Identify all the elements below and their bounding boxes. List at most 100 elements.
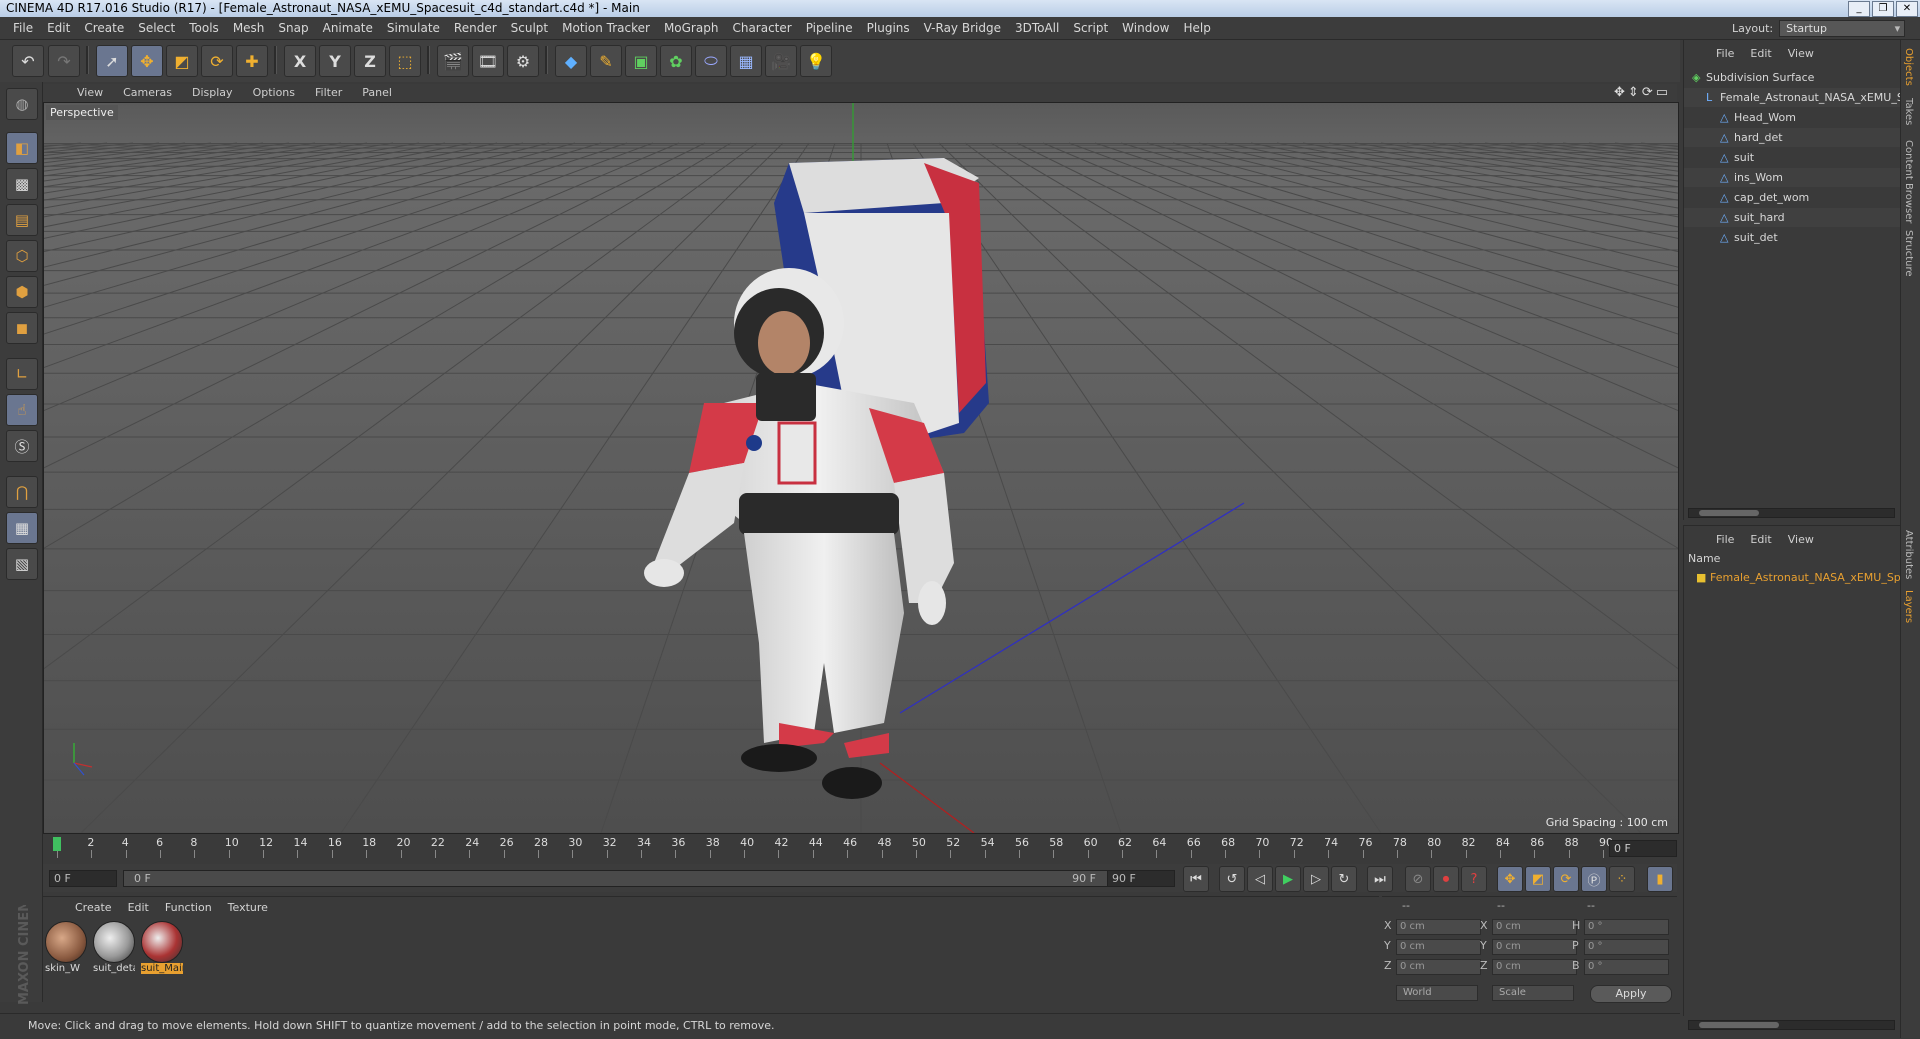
tab-takes[interactable]: Takes xyxy=(1903,98,1914,125)
world-coords-icon[interactable]: ⬚ xyxy=(389,45,421,77)
material-suit-detail[interactable]: suit_deta xyxy=(93,921,135,977)
object-row[interactable]: ◈ Subdivision Surface xyxy=(1684,68,1909,87)
pen-icon[interactable]: ✎ xyxy=(590,45,622,77)
object-row[interactable]: L Female_Astronaut_NASA_xEMU_S xyxy=(1684,88,1920,107)
transform-icon[interactable]: ✚ xyxy=(236,45,268,77)
planar-workplane-icon[interactable]: ▧ xyxy=(6,548,38,580)
camera-icon[interactable]: 🎥 xyxy=(765,45,797,77)
make-editable-icon[interactable]: ◍ xyxy=(6,88,38,120)
menu-sculpt[interactable]: Sculpt xyxy=(504,21,555,35)
viewport-menu-view[interactable]: View xyxy=(67,86,113,99)
timeline-window-icon[interactable]: ▮ xyxy=(1647,866,1673,892)
z-axis-icon[interactable]: Z xyxy=(354,45,386,77)
goto-end-icon[interactable]: ⏭ xyxy=(1367,866,1393,892)
tab-content-browser[interactable]: Content Browser xyxy=(1903,140,1914,223)
texture-mode-icon[interactable]: ▩ xyxy=(6,168,38,200)
current-frame-field[interactable]: 0 F xyxy=(1609,840,1677,857)
object-menu-view[interactable]: View xyxy=(1780,47,1822,60)
key-scale-icon[interactable]: ◩ xyxy=(1525,866,1551,892)
polygons-mode-icon[interactable]: ◼ xyxy=(6,312,38,344)
render-picture-icon[interactable]: 🎞 xyxy=(472,45,504,77)
menu-select[interactable]: Select xyxy=(131,21,182,35)
viewport-menu-panel[interactable]: Panel xyxy=(352,86,402,99)
material-menu-create[interactable]: Create xyxy=(67,901,120,914)
object-menu-file[interactable]: File xyxy=(1708,47,1742,60)
close-button[interactable]: ✕ xyxy=(1896,1,1918,17)
points-mode-icon[interactable]: ⬡ xyxy=(6,240,38,272)
object-row[interactable]: △ suit xyxy=(1684,148,1920,167)
subdivision-icon[interactable]: ▣ xyxy=(625,45,657,77)
menu-character[interactable]: Character xyxy=(725,21,798,35)
minimize-button[interactable]: _ xyxy=(1848,1,1870,17)
maximize-button[interactable]: ❐ xyxy=(1872,1,1894,17)
coord-position-field[interactable]: 0 cm xyxy=(1396,959,1481,975)
layer-hscroll[interactable] xyxy=(1688,1020,1895,1030)
menu-snap[interactable]: Snap xyxy=(271,21,315,35)
workplane-mode-icon[interactable]: ▤ xyxy=(6,204,38,236)
coord-size-field[interactable]: 0 cm xyxy=(1492,919,1577,935)
key-position-icon[interactable]: ✥ xyxy=(1497,866,1523,892)
object-row[interactable]: △ cap_det_wom xyxy=(1684,188,1920,207)
menu-help[interactable]: Help xyxy=(1176,21,1217,35)
light-icon[interactable]: 💡 xyxy=(800,45,832,77)
menu-motion-tracker[interactable]: Motion Tracker xyxy=(555,21,657,35)
camera-label[interactable]: Perspective xyxy=(46,105,118,120)
play-icon[interactable]: ▶ xyxy=(1275,866,1301,892)
menu-render[interactable]: Render xyxy=(447,21,504,35)
menu-file[interactable]: File xyxy=(6,21,40,35)
undo-icon[interactable]: ↶ xyxy=(12,45,44,77)
end-frame-field[interactable]: 90 F xyxy=(1107,870,1175,887)
coord-size-field[interactable]: 0 cm xyxy=(1492,959,1577,975)
menu-plugins[interactable]: Plugins xyxy=(860,21,917,35)
deformer-icon[interactable]: ⬭ xyxy=(695,45,727,77)
material-menu-function[interactable]: Function xyxy=(157,901,220,914)
menu-3dtoall[interactable]: 3DToAll xyxy=(1008,21,1066,35)
menu-script[interactable]: Script xyxy=(1066,21,1115,35)
menu-edit[interactable]: Edit xyxy=(40,21,77,35)
menu-window[interactable]: Window xyxy=(1115,21,1176,35)
menu-pipeline[interactable]: Pipeline xyxy=(799,21,860,35)
key-parameter-icon[interactable]: Ⓟ xyxy=(1581,866,1607,892)
scale-icon[interactable]: ◩ xyxy=(166,45,198,77)
record-keys-icon[interactable]: ⊘ xyxy=(1405,866,1431,892)
key-rotation-icon[interactable]: ⟳ xyxy=(1553,866,1579,892)
coord-scale-dropdown[interactable]: Scale xyxy=(1492,985,1574,1001)
object-hscroll[interactable] xyxy=(1688,508,1895,518)
axis-mode-icon[interactable]: ∟ xyxy=(6,358,38,390)
y-axis-icon[interactable]: Y xyxy=(319,45,351,77)
render-view-icon[interactable]: 🎬 xyxy=(437,45,469,77)
layer-item[interactable]: ■ Female_Astronaut_NASA_xEMU_Sp xyxy=(1684,568,1913,587)
layer-menu-file[interactable]: File xyxy=(1708,533,1742,546)
magnet-icon[interactable]: ⋂ xyxy=(6,476,38,508)
floor-icon[interactable]: ▦ xyxy=(730,45,762,77)
timeline-ruler[interactable]: 0246810121416182022242628303234363840424… xyxy=(43,834,1677,862)
tab-objects[interactable]: Objects xyxy=(1903,48,1914,86)
x-axis-icon[interactable]: X xyxy=(284,45,316,77)
menu-animate[interactable]: Animate xyxy=(316,21,380,35)
viewport-menu-filter[interactable]: Filter xyxy=(305,86,352,99)
coord-rotation-field[interactable]: 0 ° xyxy=(1584,959,1669,975)
cloner-icon[interactable]: ✿ xyxy=(660,45,692,77)
tab-layers[interactable]: Layers xyxy=(1903,590,1914,623)
keyframe-selection-icon[interactable]: ? xyxy=(1461,866,1487,892)
move-icon[interactable]: ✥ xyxy=(131,45,163,77)
material-skin[interactable]: skin_W xyxy=(45,921,87,977)
coord-mode-dropdown[interactable]: World xyxy=(1396,985,1478,1001)
coord-rotation-field[interactable]: 0 ° xyxy=(1584,939,1669,955)
next-key-icon[interactable]: ↻ xyxy=(1331,866,1357,892)
coord-position-field[interactable]: 0 cm xyxy=(1396,919,1481,935)
viewport-menu-display[interactable]: Display xyxy=(182,86,243,99)
layer-menu-view[interactable]: View xyxy=(1780,533,1822,546)
live-select-icon[interactable]: ➚ xyxy=(96,45,128,77)
next-frame-icon[interactable]: ▷ xyxy=(1303,866,1329,892)
rotate-icon[interactable]: ⟳ xyxy=(201,45,233,77)
tab-attributes[interactable]: Attributes xyxy=(1903,530,1914,579)
menu-mograph[interactable]: MoGraph xyxy=(657,21,726,35)
apply-button[interactable]: Apply xyxy=(1590,985,1672,1003)
preview-range-slider[interactable]: 0 F 90 F xyxy=(123,870,1109,887)
tab-structure[interactable]: Structure xyxy=(1903,230,1914,277)
menu-tools[interactable]: Tools xyxy=(182,21,226,35)
viewport-nav-icons[interactable]: ✥⇕⟳▭ xyxy=(1614,85,1671,100)
coord-rotation-field[interactable]: 0 ° xyxy=(1584,919,1669,935)
cube-icon[interactable]: ◆ xyxy=(555,45,587,77)
